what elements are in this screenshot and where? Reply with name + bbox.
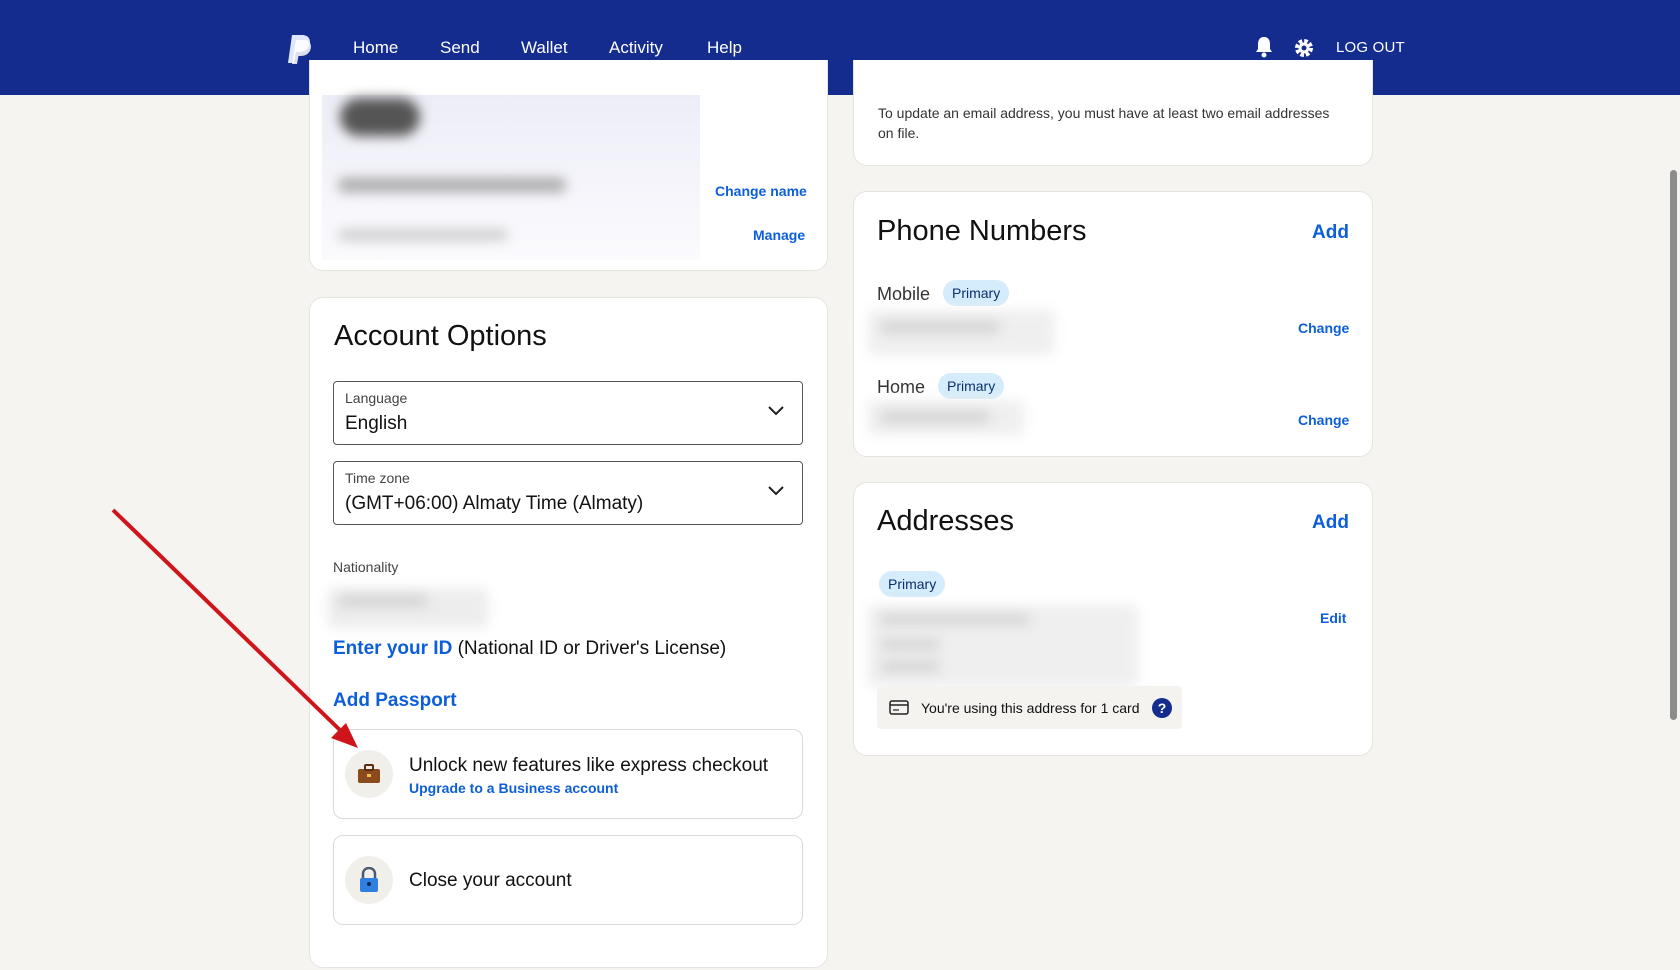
top-navigation-bar: Home Send Wallet Activity Help LOG OUT (0, 0, 1680, 95)
language-value: English (345, 413, 408, 434)
nationality-value-redacted (328, 588, 488, 628)
primary-badge: Primary (879, 571, 946, 597)
add-address-link[interactable]: Add (1312, 512, 1349, 534)
change-name-link[interactable]: Change name (715, 183, 807, 199)
manage-link[interactable]: Manage (753, 227, 805, 243)
logout-button[interactable]: LOG OUT (1336, 39, 1405, 56)
chevron-down-icon (768, 406, 784, 416)
edit-address-link[interactable]: Edit (1320, 610, 1346, 626)
change-home-link[interactable]: Change (1298, 412, 1349, 428)
address-line-redacted (880, 615, 1030, 624)
enter-id-link[interactable]: Enter your ID (333, 638, 452, 659)
bell-icon[interactable] (1254, 36, 1274, 58)
language-select[interactable]: Language English (333, 381, 803, 445)
avatar (340, 98, 420, 136)
address-line-redacted (880, 662, 940, 671)
svg-text:?: ? (1158, 700, 1167, 716)
add-phone-link[interactable]: Add (1312, 222, 1349, 244)
briefcase-icon (345, 750, 393, 798)
nationality-label: Nationality (333, 559, 399, 575)
primary-badge: Primary (943, 280, 1010, 306)
add-passport-link[interactable]: Add Passport (333, 690, 457, 712)
close-account-title: Close your account (409, 870, 572, 891)
phone-type-mobile: Mobile (877, 284, 931, 304)
language-label: Language (345, 390, 408, 406)
mobile-number-text-redacted (880, 322, 1000, 332)
profile-detail-redacted (338, 230, 508, 240)
address-card-note-text: You're using this address for 1 card (921, 700, 1140, 716)
gear-icon[interactable] (1294, 38, 1314, 58)
addresses-title: Addresses (877, 505, 1015, 537)
email-note: To update an email address, you must hav… (878, 105, 1330, 141)
lock-icon (345, 856, 393, 904)
address-line-redacted (880, 640, 940, 649)
change-mobile-link[interactable]: Change (1298, 320, 1349, 336)
nav-help[interactable]: Help (707, 38, 742, 58)
nav-home[interactable]: Home (353, 38, 398, 58)
enter-id-row: Enter your ID (National ID or Driver's L… (333, 638, 726, 660)
timezone-select[interactable]: Time zone (GMT+06:00) Almaty Time (Almat… (333, 461, 803, 525)
enter-id-suffix: (National ID or Driver's License) (457, 638, 727, 659)
close-account-option[interactable]: Close your account (333, 835, 803, 925)
profile-name-redacted (338, 178, 566, 192)
profile-card: Change name Manage (309, 60, 828, 271)
phone-type-home: Home (877, 377, 926, 397)
upgrade-business-link[interactable]: Upgrade to a Business account (409, 780, 618, 796)
upgrade-business-option[interactable]: Unlock new features like express checkou… (333, 729, 803, 819)
help-question-icon[interactable]: ? (1151, 697, 1173, 719)
upgrade-title: Unlock new features like express checkou… (409, 755, 769, 776)
timezone-label: Time zone (345, 470, 410, 486)
email-card: To update an email address, you must hav… (853, 60, 1373, 166)
address-card-note: You're using this address for 1 card ? (877, 686, 1182, 729)
account-options-title: Account Options (334, 320, 547, 352)
mobile-number-redacted (868, 310, 1055, 355)
primary-badge: Primary (938, 373, 1005, 399)
nav-activity[interactable]: Activity (609, 38, 663, 58)
chevron-down-icon (768, 486, 784, 496)
nav-wallet[interactable]: Wallet (521, 38, 568, 58)
nav-send[interactable]: Send (440, 38, 480, 58)
scrollbar-thumb[interactable] (1670, 170, 1677, 720)
credit-card-icon (889, 700, 909, 715)
timezone-value: (GMT+06:00) Almaty Time (Almaty) (345, 493, 644, 514)
annotation-arrow (111, 508, 358, 748)
home-number-text-redacted (880, 412, 990, 422)
phone-numbers-title: Phone Numbers (877, 215, 1087, 247)
nationality-text-redacted (338, 596, 428, 606)
